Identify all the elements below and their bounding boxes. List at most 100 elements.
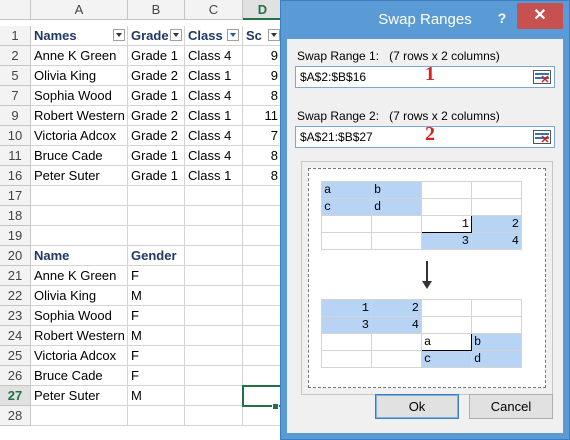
cell-a[interactable]: Sophia Wood (31, 86, 128, 106)
row-number[interactable]: 20 (0, 246, 31, 266)
cell-d[interactable]: 8 (243, 146, 283, 166)
cell-a[interactable]: Sophia Wood (31, 306, 128, 326)
row-number[interactable]: 1 (0, 26, 31, 46)
cell-d[interactable]: 8 (243, 166, 283, 186)
cell-c[interactable]: Class 4 (185, 146, 243, 166)
cell-a[interactable]: Peter Suter (31, 166, 128, 186)
fill-handle[interactable] (272, 403, 279, 410)
cell-a[interactable]: Peter Suter (31, 386, 128, 406)
cell-b[interactable] (128, 206, 185, 226)
cell-a[interactable]: Bruce Cade (31, 146, 128, 166)
cell-b[interactable]: Grade 2 (128, 106, 185, 126)
header-cell-score[interactable]: Sc (243, 26, 283, 46)
close-button[interactable]: ✕ (517, 3, 563, 29)
cell-a[interactable]: Robert Western (31, 106, 128, 126)
row-number[interactable]: 25 (0, 346, 31, 366)
cell-d[interactable] (243, 306, 283, 326)
cell-b[interactable]: Grade 2 (128, 66, 185, 86)
cell-a[interactable]: Victoria Adcox (31, 126, 128, 146)
row-number[interactable]: 16 (0, 166, 31, 186)
cell-a[interactable]: Olivia King (31, 286, 128, 306)
row-number[interactable]: 17 (0, 186, 31, 206)
column-header-b[interactable]: B (128, 0, 185, 20)
cell-a[interactable]: Olivia King (31, 66, 128, 86)
cell-a[interactable]: Victoria Adcox (31, 346, 128, 366)
cell-d[interactable] (243, 366, 283, 386)
cell-d[interactable]: 7 (243, 126, 283, 146)
cell-c[interactable]: Class 4 (185, 46, 243, 66)
cell-b[interactable]: F (128, 346, 185, 366)
cell-b[interactable] (128, 406, 185, 426)
cell-c[interactable]: Class 1 (185, 66, 243, 86)
row-number[interactable]: 24 (0, 326, 31, 346)
column-header-a[interactable]: A (31, 0, 128, 20)
cell-c[interactable] (185, 326, 243, 346)
row-number[interactable]: 7 (0, 86, 31, 106)
cell-a[interactable] (31, 186, 128, 206)
row-number[interactable]: 22 (0, 286, 31, 306)
filter-dropdown-icon[interactable] (113, 29, 125, 41)
cell-c[interactable] (185, 346, 243, 366)
row-number[interactable]: 23 (0, 306, 31, 326)
cell-b[interactable]: F (128, 306, 185, 326)
range-select-icon[interactable] (533, 70, 551, 84)
cell-b[interactable]: M (128, 326, 185, 346)
row-number[interactable]: 19 (0, 226, 31, 246)
column-header-c[interactable]: C (185, 0, 243, 20)
cell-b[interactable]: Gender (128, 246, 185, 266)
cell-b[interactable]: F (128, 266, 185, 286)
ok-button[interactable]: Ok (375, 394, 459, 419)
cell-d[interactable]: 11 (243, 106, 283, 126)
cell-a[interactable]: Anne K Green (31, 46, 128, 66)
cell-c[interactable] (185, 306, 243, 326)
cell-d[interactable] (243, 286, 283, 306)
spreadsheet[interactable]: A B C D 1 Names Grade Class Sc 2 Anne K G… (0, 0, 285, 440)
row-number[interactable]: 11 (0, 146, 31, 166)
cell-a[interactable]: Robert Western (31, 326, 128, 346)
cell-c[interactable] (185, 266, 243, 286)
dialog-titlebar[interactable]: Swap Ranges ? ✕ (281, 1, 569, 39)
cell-d[interactable]: 8 (243, 86, 283, 106)
filter-dropdown-icon[interactable] (268, 29, 280, 41)
cell-d[interactable] (243, 266, 283, 286)
header-cell-grade[interactable]: Grade (128, 26, 185, 46)
filter-active-icon[interactable] (227, 29, 239, 41)
row-number[interactable]: 18 (0, 206, 31, 226)
row-number[interactable]: 10 (0, 126, 31, 146)
cell-c[interactable] (185, 406, 243, 426)
help-button[interactable]: ? (489, 7, 515, 29)
cell-b[interactable]: Grade 1 (128, 86, 185, 106)
cell-c[interactable] (185, 186, 243, 206)
cell-b[interactable]: F (128, 366, 185, 386)
cell-d[interactable] (243, 226, 283, 246)
cell-c[interactable]: Class 1 (185, 106, 243, 126)
select-all-corner[interactable] (0, 0, 31, 20)
cell-b[interactable] (128, 186, 185, 206)
cell-b[interactable]: M (128, 386, 185, 406)
cell-c[interactable] (185, 386, 243, 406)
cell-d[interactable]: 9 (243, 66, 283, 86)
cancel-button[interactable]: Cancel (469, 394, 553, 419)
cell-a[interactable] (31, 406, 128, 426)
row-number[interactable]: 5 (0, 66, 31, 86)
cell-d[interactable] (243, 206, 283, 226)
header-cell-names[interactable]: Names (31, 26, 128, 46)
cell-a[interactable] (31, 206, 128, 226)
cell-b[interactable]: Grade 1 (128, 46, 185, 66)
row-number[interactable]: 28 (0, 406, 31, 426)
cell-c[interactable]: Class 1 (185, 166, 243, 186)
cell-b[interactable]: Grade 2 (128, 126, 185, 146)
cell-c[interactable]: Class 4 (185, 126, 243, 146)
cell-d[interactable] (243, 326, 283, 346)
cell-a[interactable] (31, 226, 128, 246)
row-number[interactable]: 27 (0, 386, 31, 406)
cell-a[interactable]: Name (31, 246, 128, 266)
cell-d[interactable] (243, 246, 283, 266)
cell-d[interactable]: 9 (243, 46, 283, 66)
cell-c[interactable] (185, 246, 243, 266)
cell-c[interactable] (185, 366, 243, 386)
cell-b[interactable] (128, 226, 185, 246)
cell-b[interactable]: M (128, 286, 185, 306)
cell-c[interactable] (185, 286, 243, 306)
cell-a[interactable]: Anne K Green (31, 266, 128, 286)
